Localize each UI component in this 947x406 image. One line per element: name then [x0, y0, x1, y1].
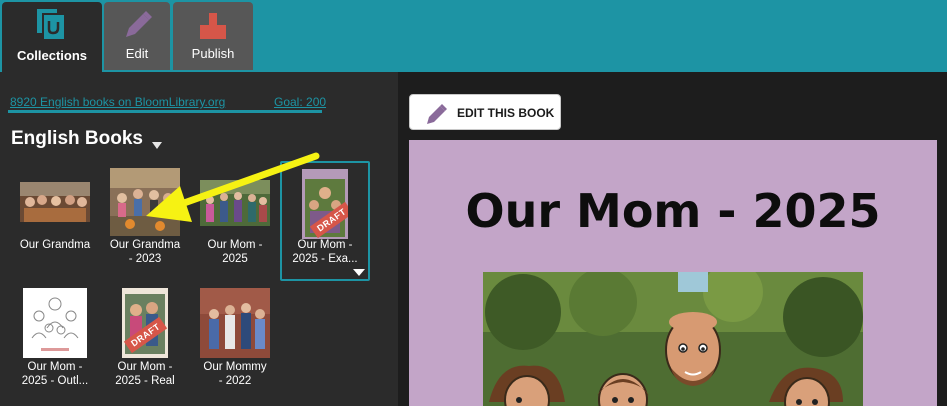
book-title: Our Grandma — [19, 239, 91, 251]
pencil-icon — [427, 104, 447, 124]
collection-menu-caret-icon[interactable] — [152, 142, 162, 149]
collection-title[interactable]: English Books — [11, 128, 143, 150]
tab-collections[interactable]: Collections — [2, 2, 102, 72]
book-our-mom-2025-outline[interactable]: Our Mom - 2025 - Outl... — [10, 284, 100, 402]
book-our-mommy-2022[interactable]: Our Mommy - 2022 — [190, 284, 280, 402]
book-thumbnail: DRAFT — [302, 169, 348, 239]
book-thumbnail — [20, 182, 90, 222]
book-title: Our Mom - 2025 - Exa... — [292, 239, 358, 265]
book-title: Our Mommy - 2022 — [203, 361, 267, 387]
tab-edit[interactable]: Edit — [104, 2, 170, 70]
progress-underline — [8, 110, 322, 113]
publish-icon — [200, 13, 226, 39]
tab-collections-label: Collections — [16, 48, 88, 63]
book-title: Our Grandma - 2023 — [109, 239, 181, 265]
collections-icon — [37, 9, 66, 41]
book-our-mom-2025[interactable]: Our Mom - 2025 — [190, 164, 280, 282]
book-preview-title: Our Mom - 2025 — [465, 184, 881, 238]
book-title: Our Mom - 2025 - Outl... — [21, 361, 89, 387]
book-title: Our Mom - 2025 - Real — [115, 361, 175, 387]
pencil-icon — [126, 11, 152, 37]
collections-panel: 8920 English books on BloomLibrary.org G… — [0, 72, 398, 406]
book-our-mom-2025-example[interactable]: DRAFT Our Mom - 2025 - Exa... — [280, 161, 370, 281]
tab-edit-label: Edit — [125, 46, 149, 61]
top-bar: Collections Edit Publish — [0, 0, 947, 72]
book-cover-illustration — [483, 272, 863, 406]
book-thumbnail: DRAFT — [122, 288, 168, 358]
book-our-mom-2025-real[interactable]: DRAFT Our Mom - 2025 - Real — [100, 284, 190, 402]
book-thumbnail — [200, 288, 270, 358]
edit-this-book-button[interactable]: EDIT THIS BOOK — [409, 94, 561, 130]
book-preview: Our Mom - 2025 — [409, 140, 937, 406]
book-preview-panel: EDIT THIS BOOK Our Mom - 2025 — [398, 72, 947, 406]
goal-text: Goal: 200 — [274, 95, 327, 109]
book-our-grandma-2023[interactable]: Our Grandma - 2023 — [100, 164, 190, 282]
book-thumbnail — [110, 168, 180, 236]
tab-publish-label: Publish — [191, 46, 235, 61]
tab-publish[interactable]: Publish — [173, 2, 253, 70]
edit-this-book-label: EDIT THIS BOOK — [457, 106, 555, 120]
book-thumbnail — [200, 180, 270, 226]
bloomlibrary-stats-link[interactable]: 8920 English books on BloomLibrary.org — [10, 95, 225, 109]
book-our-grandma[interactable]: Our Grandma — [10, 164, 100, 282]
book-title: Our Mom - 2025 — [207, 239, 263, 265]
book-thumbnail — [23, 288, 87, 358]
book-menu-caret-icon[interactable] — [353, 269, 365, 276]
